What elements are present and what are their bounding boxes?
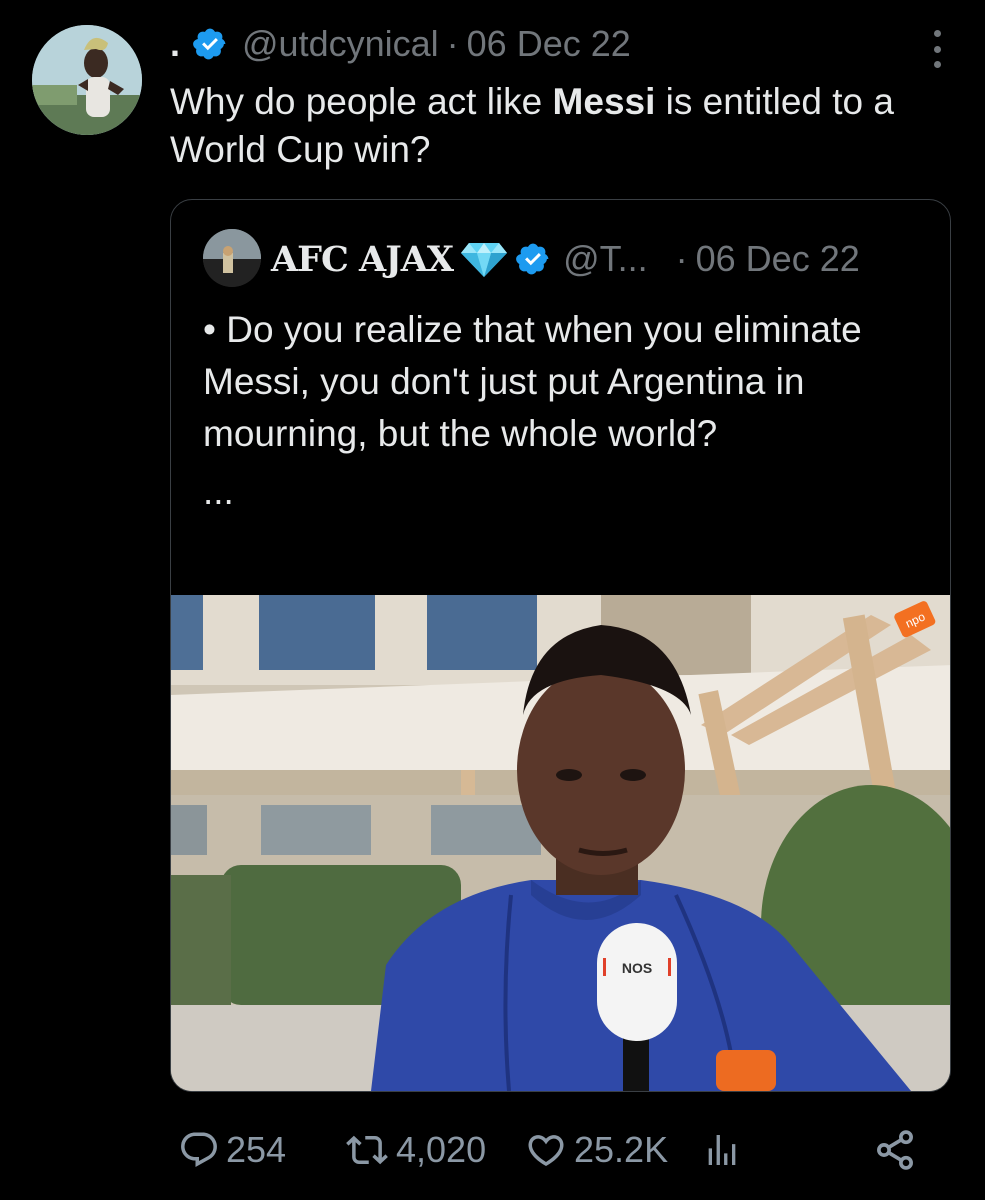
quoted-tweet-ellipsis: ... [203, 471, 234, 512]
share-button[interactable] [873, 1120, 917, 1180]
mic-flag-text: NOS [622, 960, 652, 976]
quoted-author-handle[interactable]: @T... [563, 238, 648, 280]
more-icon[interactable] [931, 30, 943, 68]
tweet-header: . @utdcynical · 06 Dec 22 [170, 22, 631, 66]
quoted-tweet-body: • Do you realize that when you eliminate… [203, 309, 862, 454]
retweet-count: 4,020 [396, 1129, 487, 1170]
verified-badge-icon [193, 28, 226, 60]
quoted-author-avatar [203, 229, 261, 287]
quoted-author-display-name[interactable]: AFC AJAX [271, 239, 454, 280]
author-avatar[interactable] [32, 25, 142, 135]
tweet-text-part: Why do people act like [170, 81, 553, 122]
author-handle[interactable]: @utdcynical [242, 23, 439, 65]
views-button[interactable] [702, 1120, 742, 1180]
verified-badge-icon [516, 243, 549, 275]
quoted-tweet-card[interactable]: AFC AJAX @T... · 06 Dec 22 • Do you real… [170, 199, 951, 1092]
quoted-tweet-image[interactable]: npo NOS [171, 595, 950, 1091]
gem-icon [461, 243, 508, 277]
header-separator: · [446, 23, 459, 64]
tweet-text: Why do people act like Messi is entitled… [170, 78, 940, 174]
quoted-separator: · [675, 238, 688, 279]
author-display-name[interactable]: . [170, 23, 180, 65]
reply-icon [181, 1132, 217, 1167]
action-bar: 254 4,020 25.2K [0, 1120, 985, 1180]
views-icon [708, 1135, 736, 1165]
tweet-text-bold: Messi [552, 81, 656, 122]
retweet-button[interactable]: 4,020 [344, 1120, 486, 1180]
quoted-tweet-text: • Do you realize that when you eliminate… [203, 304, 923, 518]
share-icon [877, 1130, 913, 1170]
quoted-tweet-header: AFC AJAX @T... · 06 Dec 22 [271, 234, 860, 284]
quoted-tweet-date[interactable]: 06 Dec 22 [696, 238, 860, 280]
reply-button[interactable]: 254 [178, 1120, 286, 1180]
like-icon [528, 1135, 564, 1167]
like-count: 25.2K [574, 1129, 669, 1170]
reply-count: 254 [226, 1129, 287, 1170]
retweet-icon [346, 1135, 388, 1165]
tweet-date[interactable]: 06 Dec 22 [467, 23, 631, 65]
like-button[interactable]: 25.2K [524, 1120, 668, 1180]
